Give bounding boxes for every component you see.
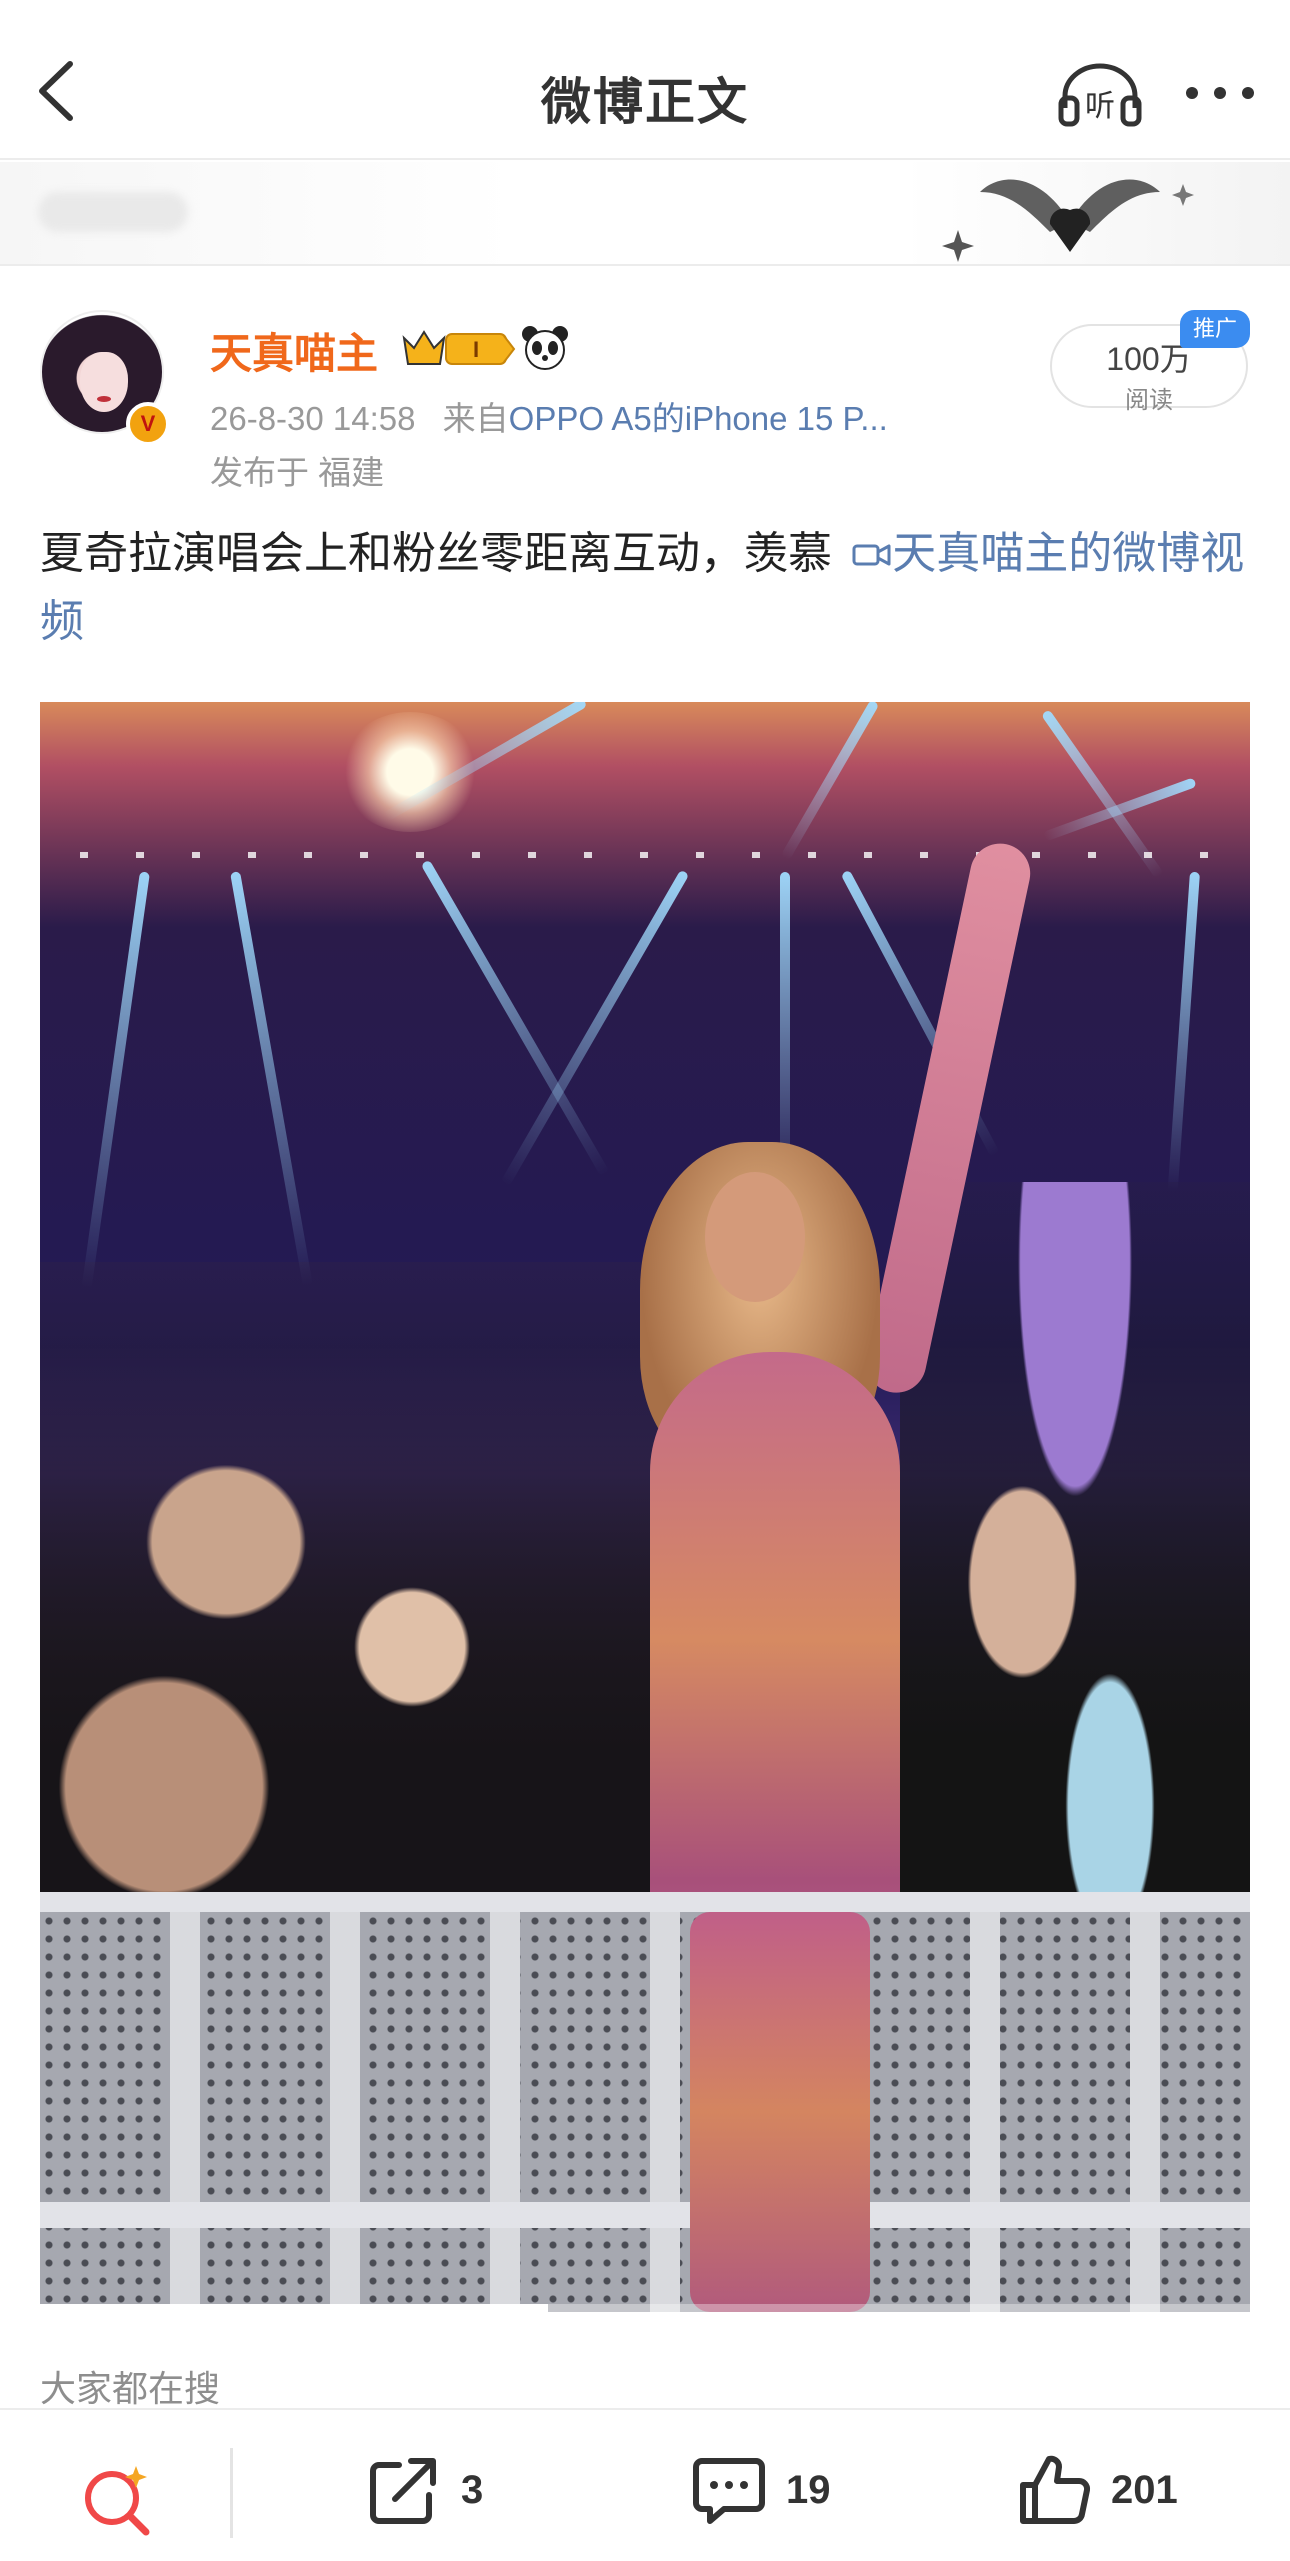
promote-tag[interactable]: 推广: [1180, 310, 1250, 348]
light-beam: [780, 702, 880, 861]
post-time: 26-8-30 14:58: [210, 400, 416, 437]
stage-light-row: [80, 852, 1230, 858]
like-button[interactable]: 201: [1015, 2450, 1178, 2530]
crowd-right: [900, 1182, 1250, 1982]
light-beam: [500, 869, 690, 1187]
singer-face: [705, 1172, 805, 1302]
bottom-action-bar: 3 19 201: [0, 2408, 1290, 2561]
author-name[interactable]: 天真喵主: [210, 320, 378, 381]
winged-heart-ornament-icon: [942, 179, 1194, 262]
headphones-icon: 听: [1058, 63, 1142, 127]
light-beam: [230, 871, 313, 1287]
banner-blurred-element: [38, 192, 188, 232]
search-icon: [85, 2466, 150, 2536]
light-beam: [420, 859, 610, 1177]
post-video[interactable]: [40, 702, 1250, 2312]
post-location: 发布于 福建: [210, 454, 385, 491]
share-icon: [370, 2458, 436, 2524]
post-body-text: 夏奇拉演唱会上和粉丝零距离互动，羡慕 天真喵主的微博视频: [40, 520, 1260, 656]
top-navigation-bar: 微博正文 听: [0, 0, 1290, 160]
comment-icon: [693, 2458, 765, 2524]
panda-icon: [522, 326, 568, 370]
toolbar-divider: [230, 2448, 233, 2538]
search-button[interactable]: [76, 2458, 156, 2538]
avatar-lips: [97, 396, 111, 402]
listen-button[interactable]: 听: [1055, 60, 1145, 130]
light-beam: [1167, 871, 1200, 1192]
post-meta: 26-8-30 14:58 来自OPPO A5的iPhone 15 P...: [210, 392, 888, 440]
share-button[interactable]: 3: [365, 2450, 483, 2530]
read-label: 阅读: [1125, 387, 1173, 414]
more-dots-icon: [1186, 87, 1254, 99]
trending-searches-label: 大家都在搜: [40, 2368, 221, 2409]
more-options-button[interactable]: [1180, 78, 1260, 108]
singer-legs: [690, 1912, 870, 2312]
thumbs-up-icon: [1020, 2455, 1091, 2525]
like-count: 201: [1111, 2467, 1178, 2512]
video-progress-bar[interactable]: [40, 2304, 1250, 2312]
video-camera-icon: [852, 544, 891, 566]
verified-badge-icon: V: [126, 402, 170, 446]
level-badge-text: I: [473, 337, 479, 362]
video-progress-fill: [40, 2304, 549, 2312]
fence-rail: [40, 2202, 1250, 2228]
light-beam: [1042, 777, 1197, 842]
source-prefix: 来自: [442, 400, 509, 437]
post-text: 夏奇拉演唱会上和粉丝零距离互动，羡慕: [40, 529, 845, 578]
barrier-fence: [40, 1912, 1250, 2312]
avatar-face: [80, 352, 128, 412]
decorative-banner: [0, 162, 1290, 266]
comment-button[interactable]: 19: [690, 2450, 831, 2530]
crowd-left: [40, 1262, 660, 1962]
crown-level-badge-icon: I: [402, 330, 516, 365]
light-beam: [81, 871, 150, 1289]
comment-count: 19: [786, 2467, 831, 2512]
share-count: 3: [461, 2467, 484, 2512]
listen-label: 听: [1085, 89, 1115, 124]
post-source-link[interactable]: OPPO A5的iPhone 15 P...: [509, 400, 888, 437]
